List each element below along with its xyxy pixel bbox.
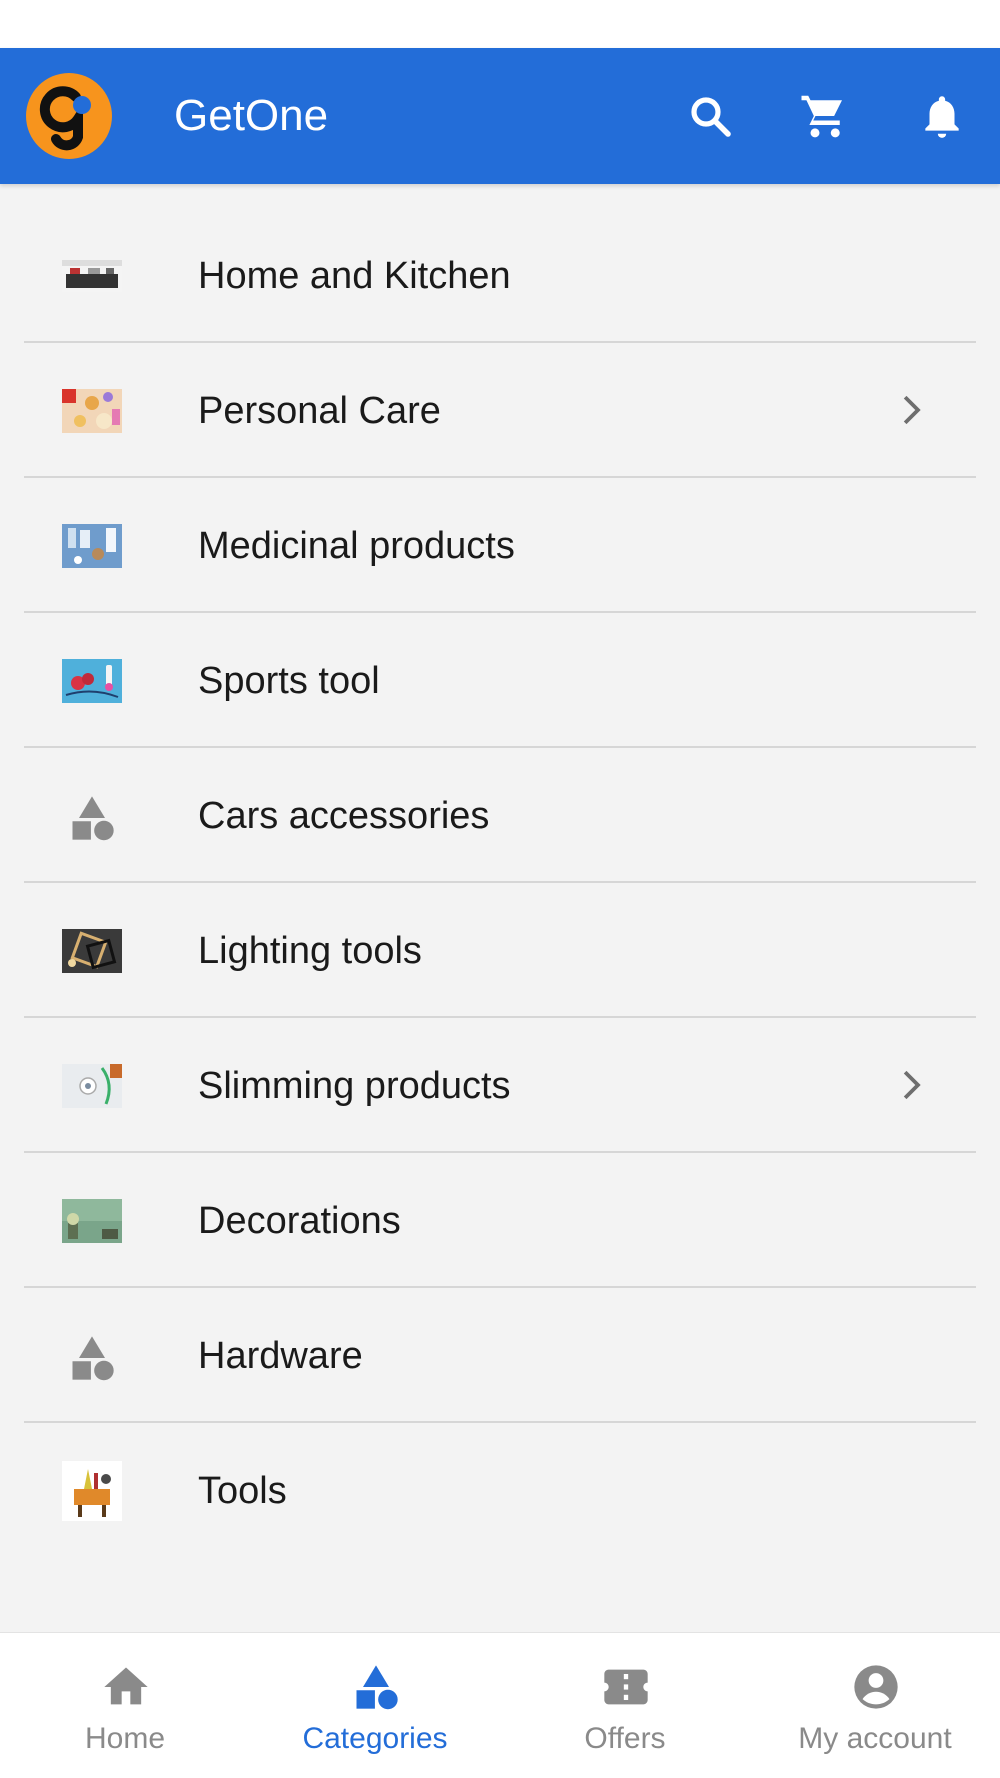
category-label: Cars accessories: [198, 795, 490, 837]
logo-mark-icon: [39, 86, 91, 151]
nav-item-home[interactable]: Home: [0, 1633, 250, 1778]
category-label: Slimming products: [198, 1065, 511, 1107]
category-row-cars-accessories[interactable]: Cars accessories: [0, 748, 1000, 883]
home-kitchen-thumbnail: [62, 260, 122, 292]
category-label: Home and Kitchen: [198, 255, 511, 297]
chevron-right-icon: [903, 1070, 921, 1100]
category-shapes-icon: [72, 796, 114, 841]
status-bar: [0, 0, 1000, 48]
chevron-right-icon: [903, 395, 921, 425]
nav-label: Offers: [584, 1722, 666, 1755]
category-shapes-icon: [72, 1336, 114, 1381]
category-label: Decorations: [198, 1200, 401, 1242]
category-row-hardware[interactable]: Hardware: [0, 1288, 1000, 1423]
decorations-thumbnail: [62, 1199, 122, 1243]
sports-tool-thumbnail: [62, 659, 122, 703]
category-row-decorations[interactable]: Decorations: [0, 1153, 1000, 1288]
app-bar: GetOne: [0, 48, 1000, 184]
lighting-tools-thumbnail: [62, 929, 122, 973]
notifications-button[interactable]: [914, 88, 970, 144]
category-row-slimming-products[interactable]: Slimming products: [0, 1018, 1000, 1153]
category-label: Medicinal products: [198, 525, 515, 567]
app-title: GetOne: [174, 91, 329, 140]
bell-icon: [925, 96, 959, 138]
ticket-icon: [604, 1669, 648, 1705]
app-logo[interactable]: [26, 73, 112, 159]
categories-icon: [356, 1665, 398, 1710]
slimming-products-thumbnail: [62, 1064, 122, 1108]
category-label: Hardware: [198, 1335, 363, 1377]
medicinal-thumbnail: [62, 524, 122, 568]
nav-item-my-account[interactable]: My account: [750, 1633, 1000, 1778]
category-list: Home and Kitchen Personal Care Medicinal…: [0, 208, 1000, 1558]
cart-icon: [801, 95, 842, 138]
nav-label: Home: [84, 1722, 166, 1755]
category-row-medicinal-products[interactable]: Medicinal products: [0, 478, 1000, 613]
category-row-lighting-tools[interactable]: Lighting tools: [0, 883, 1000, 1018]
category-label: Personal Care: [198, 390, 441, 432]
tools-thumbnail: [62, 1461, 122, 1521]
category-row-personal-care[interactable]: Personal Care: [0, 343, 1000, 478]
nav-item-offers[interactable]: Offers: [500, 1633, 750, 1778]
cart-button[interactable]: [796, 88, 852, 144]
home-icon: [104, 1667, 148, 1705]
nav-label: Categories: [302, 1722, 448, 1755]
account-icon: [854, 1665, 898, 1709]
category-row-sports-tool[interactable]: Sports tool: [0, 613, 1000, 748]
personal-care-thumbnail: [62, 389, 122, 433]
category-label: Sports tool: [198, 660, 380, 702]
search-icon: [691, 97, 731, 137]
category-row-home-and-kitchen[interactable]: Home and Kitchen: [0, 208, 1000, 343]
category-row-tools[interactable]: Tools: [0, 1423, 1000, 1558]
bottom-navigation: Home Categories Offers My account: [0, 1632, 1000, 1778]
category-label: Tools: [198, 1470, 287, 1512]
nav-item-categories[interactable]: Categories: [250, 1633, 500, 1778]
search-button[interactable]: [682, 88, 738, 144]
nav-label: My account: [798, 1722, 952, 1755]
category-label: Lighting tools: [198, 930, 422, 972]
